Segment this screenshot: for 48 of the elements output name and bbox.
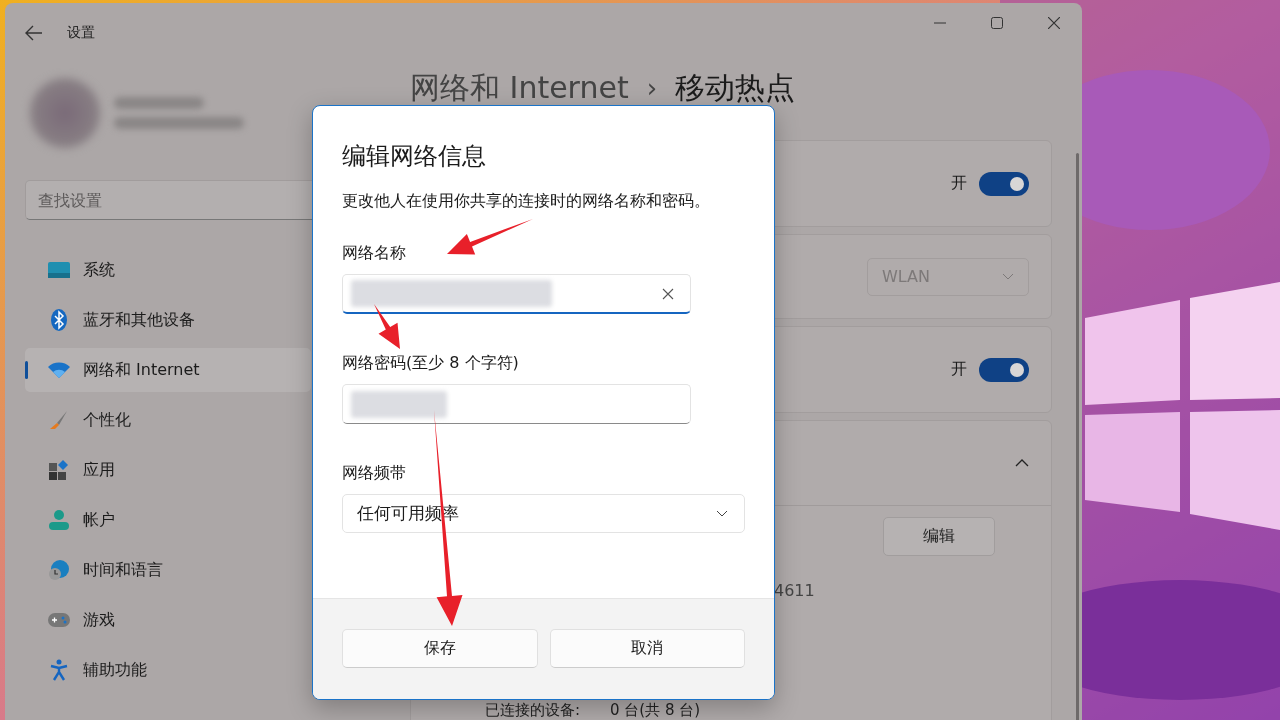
sidebar-item[interactable]: 游戏 <box>25 598 311 642</box>
sidebar-item[interactable]: 系统 <box>25 248 311 292</box>
dialog-button[interactable]: 保存 <box>342 629 538 668</box>
blurred-avatar <box>30 78 100 148</box>
bluetooth-icon <box>51 309 67 331</box>
field-label: 网络密码(至少 8 个字符) <box>342 352 520 374</box>
globe-clock-icon <box>48 559 70 581</box>
field-label: 网络名称 <box>342 242 407 264</box>
field-label: 网络频带 <box>342 462 407 484</box>
person-icon <box>49 510 69 530</box>
page-title: 移动热点 <box>675 71 796 105</box>
annotation-arrow <box>374 304 400 349</box>
text-field[interactable] <box>342 384 691 424</box>
chevron-down-icon <box>1002 273 1014 280</box>
toggle-switch[interactable] <box>979 171 1029 196</box>
toggle-state-label: 开 <box>951 173 967 194</box>
apps-icon <box>49 460 69 480</box>
text-field[interactable] <box>342 274 691 314</box>
maximize-icon[interactable] <box>990 17 1003 29</box>
back-arrow-icon[interactable] <box>25 25 43 41</box>
window-title: 设置 <box>67 24 95 42</box>
monitor-icon <box>48 262 70 278</box>
sidebar-item[interactable]: 应用 <box>25 448 311 492</box>
toggle-state-label: 开 <box>951 359 967 380</box>
toggle-switch[interactable] <box>979 357 1029 382</box>
sidebar-item[interactable]: 网络和 Internet <box>25 348 311 392</box>
scrollbar[interactable] <box>1076 153 1079 720</box>
dialog-button[interactable]: 取消 <box>549 629 745 668</box>
connected-devices-value: 0 台(共 8 台) <box>610 701 701 719</box>
close-icon[interactable] <box>1047 17 1060 29</box>
connected-devices-label: 已连接的设备: <box>485 701 581 719</box>
edit-button[interactable]: 编辑 <box>883 517 995 556</box>
gamepad-icon <box>48 613 70 627</box>
sidebar-item[interactable]: 蓝牙和其他设备 <box>25 298 311 342</box>
breadcrumb-separator: › <box>646 72 658 105</box>
clear-icon[interactable] <box>662 287 674 300</box>
sidebar-item[interactable]: 辅助功能 <box>25 648 311 692</box>
network-info-text: 4611 <box>774 581 816 601</box>
breadcrumb-link[interactable]: 网络和 Internet <box>410 71 629 105</box>
accessibility-icon <box>50 659 68 681</box>
sidebar-item[interactable]: 帐户 <box>25 498 311 542</box>
chevron-up-icon[interactable] <box>1015 459 1029 467</box>
dialog-title: 编辑网络信息 <box>342 141 487 171</box>
wifi-icon <box>48 362 70 378</box>
chevron-down-icon <box>716 510 728 517</box>
sidebar-item[interactable]: 个性化 <box>25 398 311 442</box>
sidebar-item[interactable]: 时间和语言 <box>25 548 311 592</box>
paintbrush-icon <box>49 410 69 430</box>
